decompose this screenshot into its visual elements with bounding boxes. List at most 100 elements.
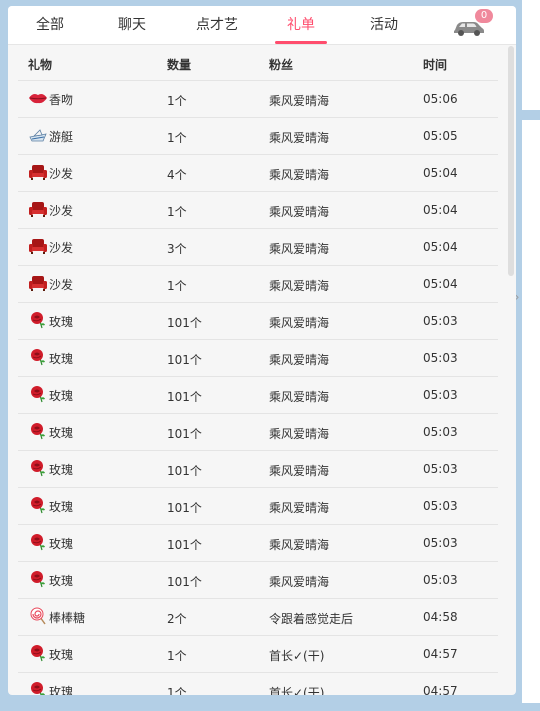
rose-icon bbox=[28, 644, 48, 665]
fan-name[interactable]: 乘风爱晴海 bbox=[269, 462, 329, 479]
quantity-cell: 101个 bbox=[167, 538, 202, 552]
quantity-cell: 1个 bbox=[167, 94, 187, 108]
table-row: 玫瑰 101个 乘风爱晴海 05:03 bbox=[18, 303, 498, 340]
table-row: 玫瑰 101个 乘风爱晴海 05:03 bbox=[18, 377, 498, 414]
sofa-icon bbox=[28, 237, 48, 258]
fan-name[interactable]: 乘风爱晴海 bbox=[269, 129, 329, 146]
table-row: 玫瑰 101个 乘风爱晴海 05:03 bbox=[18, 414, 498, 451]
time-cell: 05:04 bbox=[423, 277, 458, 291]
rose-icon bbox=[28, 681, 48, 695]
column-quantity: 数量 bbox=[167, 58, 192, 72]
tab-talent[interactable]: 点才艺 bbox=[190, 6, 244, 44]
time-cell: 04:57 bbox=[423, 647, 458, 661]
gift-name: 玫瑰 bbox=[49, 425, 74, 440]
time-cell: 05:03 bbox=[423, 351, 458, 365]
tab-activity[interactable]: 活动 bbox=[360, 6, 408, 44]
fan-name[interactable]: 令跟着感觉走后 bbox=[269, 610, 353, 627]
quantity-cell: 101个 bbox=[167, 390, 202, 404]
fan-name[interactable]: 乘风爱晴海 bbox=[269, 314, 329, 331]
quantity-cell: 101个 bbox=[167, 501, 202, 515]
quantity-cell: 101个 bbox=[167, 316, 202, 330]
fan-name[interactable]: 乘风爱晴海 bbox=[269, 351, 329, 368]
gift-cell: 玫瑰 bbox=[28, 311, 74, 332]
quantity-cell: 1个 bbox=[167, 131, 187, 145]
gift-name: 玫瑰 bbox=[49, 647, 74, 662]
gift-cell: 玫瑰 bbox=[28, 570, 74, 591]
rose-icon bbox=[28, 422, 48, 443]
fan-name[interactable]: 首长✓(干) bbox=[269, 647, 324, 664]
time-cell: 05:03 bbox=[423, 462, 458, 476]
time-cell: 05:03 bbox=[423, 314, 458, 328]
tab-chat[interactable]: 聊天 bbox=[108, 6, 156, 44]
column-time: 时间 bbox=[423, 58, 448, 72]
rose-icon bbox=[28, 348, 48, 369]
quantity-cell: 101个 bbox=[167, 575, 202, 589]
table-row: 沙发 3个 乘风爱晴海 05:04 bbox=[18, 229, 498, 266]
fan-name[interactable]: 乘风爱晴海 bbox=[269, 536, 329, 553]
table-row: 沙发 1个 乘风爱晴海 05:04 bbox=[18, 192, 498, 229]
gift-name: 游艇 bbox=[49, 129, 74, 144]
fan-name[interactable]: 乘风爱晴海 bbox=[269, 166, 329, 183]
gift-name: 香吻 bbox=[49, 92, 74, 107]
column-fan: 粉丝 bbox=[269, 58, 294, 72]
gift-cell: 沙发 bbox=[28, 201, 73, 219]
time-cell: 05:04 bbox=[423, 203, 458, 217]
fan-name[interactable]: 乘风爱晴海 bbox=[269, 240, 329, 257]
table-row: 沙发 1个 乘风爱晴海 05:04 bbox=[18, 266, 498, 303]
fan-name[interactable]: 首长✓(干) bbox=[269, 684, 324, 695]
scrollbar[interactable] bbox=[508, 46, 514, 276]
rose-icon bbox=[28, 311, 48, 332]
quantity-cell: 1个 bbox=[167, 205, 187, 219]
table-body: 香吻 1个 乘风爱晴海 05:06 游艇 1个 乘风爱晴海 05:05 沙发 4个 乘风爱晴海 05:… bbox=[18, 81, 498, 695]
gift-list-panel: 全部 聊天 点才艺 礼单 活动 0 礼物 数量 粉丝 时间 香吻 1个 乘风爱晴海 0… bbox=[8, 6, 516, 695]
rose-icon bbox=[28, 496, 48, 517]
sofa-icon bbox=[28, 200, 48, 221]
table-row: 香吻 1个 乘风爱晴海 05:06 bbox=[18, 81, 498, 118]
column-gift: 礼物 bbox=[28, 58, 53, 72]
gift-cell: 玫瑰 bbox=[28, 422, 74, 443]
gift-cell: 香吻 bbox=[28, 90, 73, 108]
time-cell: 05:03 bbox=[423, 536, 458, 550]
car-badge: 0 bbox=[475, 9, 493, 23]
time-cell: 05:03 bbox=[423, 388, 458, 402]
time-cell: 04:58 bbox=[423, 610, 458, 624]
rose-icon bbox=[28, 459, 48, 480]
fan-name[interactable]: 乘风爱晴海 bbox=[269, 573, 329, 590]
lollipop-icon bbox=[28, 607, 48, 628]
gift-cell: 沙发 bbox=[28, 275, 73, 293]
quantity-cell: 1个 bbox=[167, 649, 187, 663]
tab-all[interactable]: 全部 bbox=[26, 6, 74, 44]
fan-name[interactable]: 乘风爱晴海 bbox=[269, 499, 329, 516]
table-row: 沙发 4个 乘风爱晴海 05:04 bbox=[18, 155, 498, 192]
fan-name[interactable]: 乘风爱晴海 bbox=[269, 92, 329, 109]
lips-icon bbox=[28, 89, 48, 110]
table-row: 玫瑰 101个 乘风爱晴海 05:03 bbox=[18, 488, 498, 525]
quantity-cell: 1个 bbox=[167, 686, 187, 695]
tab-bar: 全部 聊天 点才艺 礼单 活动 0 bbox=[8, 6, 516, 45]
fan-name[interactable]: 乘风爱晴海 bbox=[269, 203, 329, 220]
gift-cell: 沙发 bbox=[28, 164, 73, 182]
time-cell: 04:57 bbox=[423, 684, 458, 695]
gift-name: 沙发 bbox=[49, 240, 74, 255]
time-cell: 05:03 bbox=[423, 573, 458, 587]
gift-cell: 玫瑰 bbox=[28, 533, 73, 552]
time-cell: 05:03 bbox=[423, 499, 458, 513]
sofa-icon bbox=[28, 163, 48, 184]
gift-name: 玫瑰 bbox=[49, 499, 74, 514]
gift-cell: 玫瑰 bbox=[28, 459, 73, 480]
gift-name: 玫瑰 bbox=[49, 314, 74, 329]
gift-name: 棒棒糖 bbox=[49, 610, 86, 625]
table-row: 玫瑰 1个 首长✓(干) 04:57 bbox=[18, 636, 498, 673]
fan-name[interactable]: 乘风爱晴海 bbox=[269, 388, 329, 405]
gift-name: 玫瑰 bbox=[49, 388, 74, 403]
tab-gift-list[interactable]: 礼单 bbox=[275, 6, 327, 44]
fan-name[interactable]: 乘风爱晴海 bbox=[269, 277, 329, 294]
fan-name[interactable]: 乘风爱晴海 bbox=[269, 425, 329, 442]
rose-icon bbox=[28, 570, 48, 591]
table-row: 玫瑰 101个 乘风爱晴海 05:03 bbox=[18, 525, 498, 562]
quantity-cell: 2个 bbox=[167, 612, 187, 626]
gift-cell: 玫瑰 bbox=[28, 644, 74, 665]
gift-name: 玫瑰 bbox=[49, 573, 74, 588]
table-row: 玫瑰 101个 乘风爱晴海 05:03 bbox=[18, 340, 498, 377]
side-panel-list bbox=[522, 120, 540, 703]
